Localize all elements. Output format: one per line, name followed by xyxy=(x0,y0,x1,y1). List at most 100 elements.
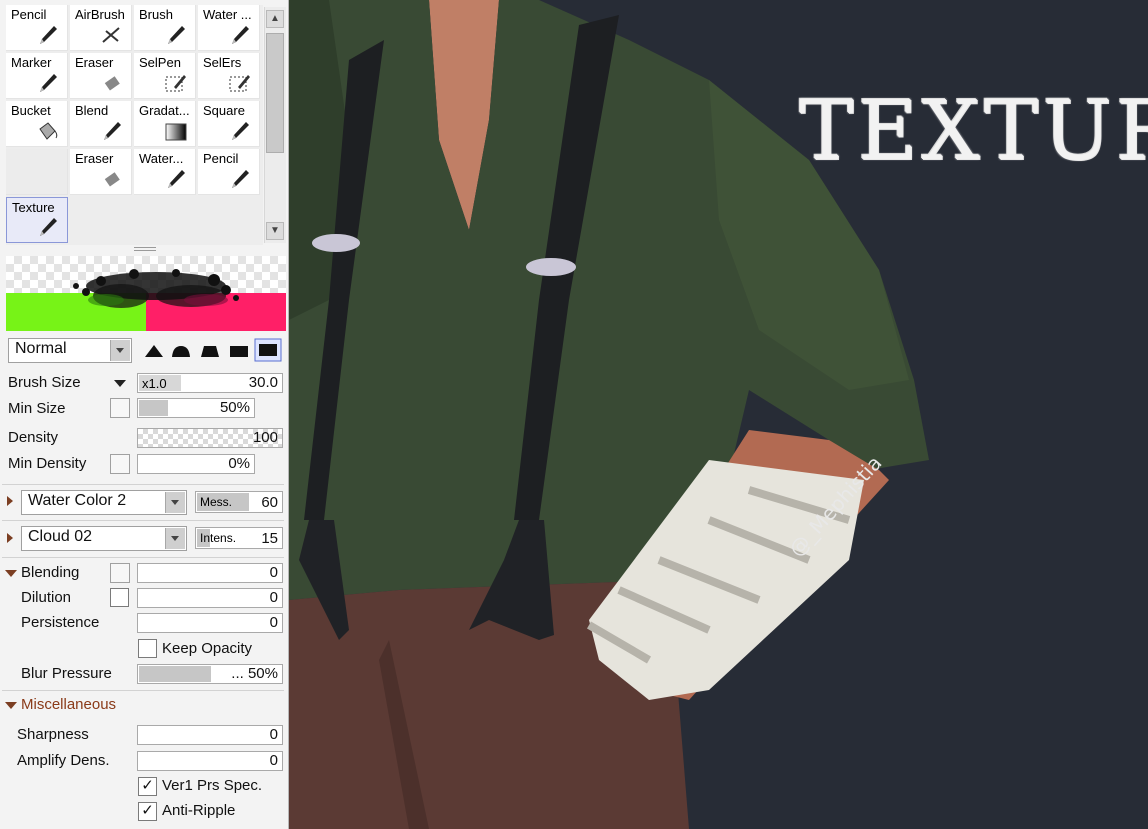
divider xyxy=(2,557,284,558)
brush-size-slider[interactable]: x1.0 30.0 xyxy=(137,373,283,393)
sharpness-label: Sharpness xyxy=(17,726,89,743)
brush-texture-intensity-slider[interactable]: Intens. 15 xyxy=(195,527,283,549)
blending-slider[interactable]: 0 xyxy=(137,563,283,583)
paper-texture-strength-slider[interactable]: Mess. 60 xyxy=(195,491,283,513)
min-density-value: 0% xyxy=(228,455,250,472)
blending-pressure-icon[interactable] xyxy=(110,563,130,583)
expand-arrow-icon[interactable] xyxy=(7,496,13,506)
brush-shape-round-icon[interactable] xyxy=(168,338,194,362)
paper-texture-param-label: Mess. xyxy=(200,495,233,509)
tool-brush[interactable]: Brush xyxy=(134,5,196,51)
tool-label: Texture xyxy=(12,200,55,215)
min-density-slider[interactable]: 0% xyxy=(137,454,255,474)
tool-grid-scrollbar[interactable]: ▲ ▼ xyxy=(264,7,286,243)
ver1-pressure-spec-checkbox[interactable]: ✓ xyxy=(138,777,157,796)
tool-blend[interactable]: Blend xyxy=(70,101,132,147)
miscellaneous-section-title[interactable]: Miscellaneous xyxy=(21,696,116,713)
brush-shape-square-icon[interactable] xyxy=(254,338,282,362)
tool-marker[interactable]: Marker xyxy=(6,53,68,99)
preview-texture-splatter xyxy=(73,269,239,308)
brush-size-label: Brush Size xyxy=(8,374,81,391)
divider xyxy=(2,484,284,485)
water-brush-icon xyxy=(168,170,185,188)
tool-label: Blend xyxy=(75,103,109,118)
brush-shape-sharp-icon[interactable] xyxy=(141,338,167,362)
min-size-slider[interactable]: 50% xyxy=(137,398,255,418)
tool-slot-empty[interactable] xyxy=(6,149,68,195)
tool-eraser[interactable]: Eraser xyxy=(70,149,132,195)
min-density-pressure-icon[interactable] xyxy=(110,454,130,474)
selpen-icon xyxy=(165,75,186,92)
brush-texture-value: Cloud 02 xyxy=(28,528,93,545)
pencil-icon xyxy=(40,26,57,44)
blend-mode-select[interactable]: Normal xyxy=(8,338,132,363)
tool-square[interactable]: Square xyxy=(198,101,260,147)
tool-label: Eraser xyxy=(75,151,114,166)
eraser-icon xyxy=(104,172,120,187)
tool-label: Marker xyxy=(11,55,52,70)
keep-opacity-checkbox[interactable] xyxy=(138,639,157,658)
tool-label: Bucket xyxy=(11,103,51,118)
brush-icon xyxy=(168,26,185,44)
tool-label: Pencil xyxy=(203,151,239,166)
min-size-label: Min Size xyxy=(8,400,66,417)
airbrush-icon xyxy=(102,27,120,43)
anti-ripple-checkbox[interactable]: ✓ xyxy=(138,802,157,821)
tool-label: Water ... xyxy=(203,7,252,22)
paper-texture-value: Water Color 2 xyxy=(28,492,127,509)
artwork-title-text: TEXTURE xyxy=(799,84,1148,179)
tool-label: Square xyxy=(203,103,245,118)
min-size-fill xyxy=(139,400,168,416)
collapse-arrow-icon[interactable] xyxy=(5,570,17,577)
panel-splitter-handle[interactable] xyxy=(134,247,156,251)
tool-water[interactable]: Water ... xyxy=(198,5,260,51)
tool-label: Pencil xyxy=(11,7,47,22)
tool-texture[interactable]: Texture xyxy=(6,197,68,243)
expand-arrow-icon[interactable] xyxy=(7,533,13,543)
keep-opacity-label: Keep Opacity xyxy=(162,640,253,657)
scroll-up-arrow-icon[interactable]: ▲ xyxy=(266,10,284,28)
blend-mode-value: Normal xyxy=(15,340,67,357)
brush-shape-soft-square-icon[interactable] xyxy=(197,338,223,362)
sharpness-value: 0 xyxy=(269,726,278,743)
tool-selers[interactable]: SelErs xyxy=(198,53,260,99)
blur-pressure-slider[interactable]: ... 50% xyxy=(137,664,283,684)
brush-shape-flat-icon[interactable] xyxy=(226,338,252,362)
anti-ripple-label: Anti-Ripple xyxy=(162,802,236,819)
tool-eraser[interactable]: Eraser xyxy=(70,53,132,99)
tool-airbrush[interactable]: AirBrush xyxy=(70,5,132,51)
tool-water[interactable]: Water... xyxy=(134,149,196,195)
density-label: Density xyxy=(8,429,59,446)
collapse-arrow-icon[interactable] xyxy=(5,702,17,709)
scroll-thumb[interactable] xyxy=(266,33,284,153)
chevron-down-icon[interactable] xyxy=(165,492,185,513)
brush-tool-panel: Pencil AirBrush Brush Water ... Marker Eraser… xyxy=(0,0,289,829)
chevron-down-icon[interactable] xyxy=(165,528,185,549)
min-size-pressure-icon[interactable] xyxy=(110,398,130,418)
tool-gradat[interactable]: Gradat... xyxy=(134,101,196,147)
sharpness-slider[interactable]: 0 xyxy=(137,725,283,745)
brush-texture-param-label: Intens. xyxy=(200,531,237,545)
brush-size-dropdown-icon[interactable] xyxy=(113,379,127,389)
marker-icon xyxy=(40,74,57,92)
brush-texture-select[interactable]: Cloud 02 xyxy=(21,526,187,551)
brush-texture-intensity-value: 15 xyxy=(261,530,278,547)
tool-selpen[interactable]: SelPen xyxy=(134,53,196,99)
chevron-down-icon[interactable] xyxy=(110,340,130,361)
amplify-density-value: 0 xyxy=(269,752,278,769)
persistence-slider[interactable]: 0 xyxy=(137,613,283,633)
amplify-density-slider[interactable]: 0 xyxy=(137,751,283,771)
dilution-pressure-checkbox[interactable] xyxy=(110,588,129,607)
tool-bucket[interactable]: Bucket xyxy=(6,101,68,147)
paper-texture-strength-value: 60 xyxy=(261,494,278,511)
density-slider[interactable]: 100 xyxy=(137,428,283,448)
drawing-canvas[interactable]: TEXTURE @_Mephistia xyxy=(289,0,1148,829)
square-brush-icon xyxy=(232,122,249,140)
tool-pencil[interactable]: Pencil xyxy=(6,5,68,51)
eraser-icon xyxy=(104,76,120,91)
scroll-down-arrow-icon[interactable]: ▼ xyxy=(266,222,284,240)
paper-texture-select[interactable]: Water Color 2 xyxy=(21,490,187,515)
dilution-slider[interactable]: 0 xyxy=(137,588,283,608)
brush-preview xyxy=(6,256,286,331)
tool-pencil[interactable]: Pencil xyxy=(198,149,260,195)
